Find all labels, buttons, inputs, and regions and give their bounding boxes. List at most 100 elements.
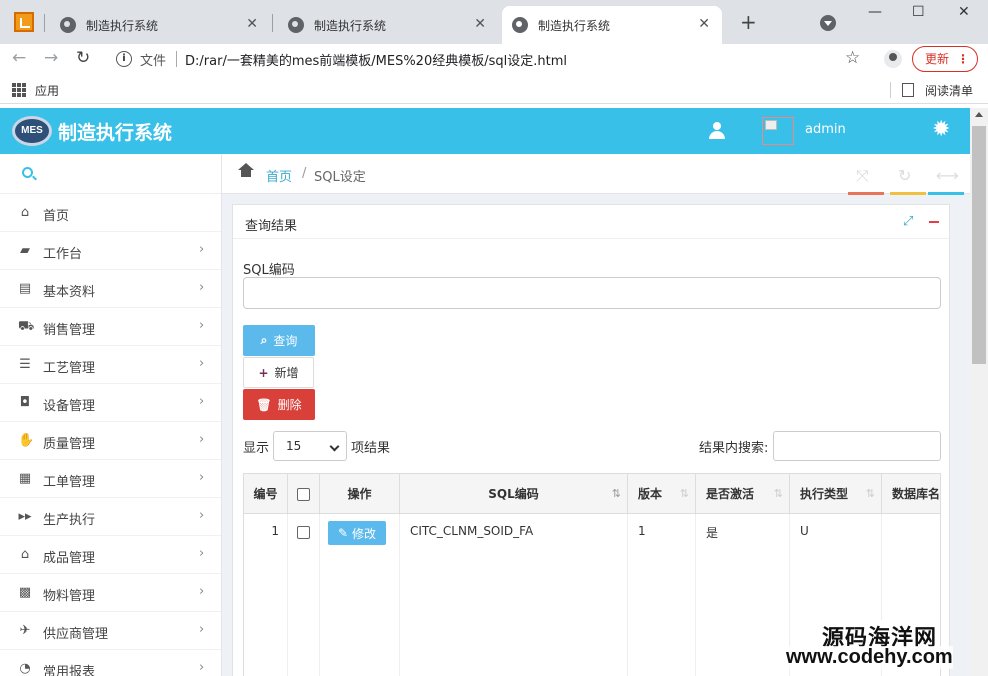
chevron-right-icon: › xyxy=(199,584,205,599)
column-header-version[interactable]: 版本 ⇅ xyxy=(628,474,696,514)
sort-icon[interactable]: ⇅ xyxy=(774,474,783,514)
minimize-button[interactable]: — xyxy=(868,4,882,20)
minimize-panel-icon[interactable] xyxy=(929,221,939,223)
info-icon[interactable]: i xyxy=(116,51,132,67)
sidebar: ⌂ 首页 ▰ 工作台 › ▤ 基本资料 › ⛟ 销售管理 › ☰ 工艺管理 › ◘ 设备管理 › ✋ 质量管理 › ▦ 工… xyxy=(0,154,222,676)
home-icon[interactable] xyxy=(238,163,254,179)
search-icon[interactable] xyxy=(22,167,33,178)
refresh-icon[interactable]: ↻ xyxy=(898,166,911,185)
tab-close-icon[interactable]: ✕ xyxy=(698,16,710,32)
query-button[interactable]: ⌕ 查询 xyxy=(243,325,315,356)
sidebar-item[interactable]: ◘ 设备管理 › xyxy=(0,384,221,422)
chevron-right-icon: › xyxy=(199,470,205,485)
tab-close-icon[interactable]: ✕ xyxy=(474,16,486,32)
sidebar-item[interactable]: ▸▸ 生产执行 › xyxy=(0,498,221,536)
tab-close-icon[interactable]: ✕ xyxy=(246,16,258,32)
app-launcher-icon[interactable] xyxy=(14,12,34,32)
sidebar-item-label: 销售管理 xyxy=(43,323,96,338)
address-bar-row: ← → ↻ i 文件 D:/rar/一套精美的mes前端模板/MES%20经典模… xyxy=(0,44,988,74)
scroll-thumb[interactable] xyxy=(972,126,986,364)
cell-text: CITC_CLNM_SOID_FA xyxy=(410,524,534,538)
add-button[interactable]: + 新增 xyxy=(243,357,314,388)
expand-icon[interactable]: ⤢ xyxy=(903,214,913,229)
url-text[interactable]: D:/rar/一套精美的mes前端模板/MES%20经典模板/sql设定.htm… xyxy=(185,50,567,69)
sidebar-item[interactable]: ◔ 常用报表 › xyxy=(0,650,221,676)
sort-icon[interactable]: ⇅ xyxy=(612,474,621,514)
browser-tab-2[interactable]: 制造执行系统 ✕ xyxy=(278,6,498,44)
plane-icon: ✈ xyxy=(19,623,31,638)
bookmarks-bar: 应用 阅读清单 xyxy=(0,78,988,104)
scroll-up-arrow-icon[interactable] xyxy=(975,112,983,117)
sidebar-item[interactable]: ▦ 工单管理 › xyxy=(0,460,221,498)
select-all-checkbox[interactable] xyxy=(297,488,310,501)
grid-icon: ▩ xyxy=(18,585,32,600)
sidebar-item[interactable]: ▰ 工作台 › xyxy=(0,232,221,270)
sidebar-item[interactable]: ⛟ 销售管理 › xyxy=(0,308,221,346)
maximize-button[interactable]: ☐ xyxy=(912,4,925,20)
sql-code-input[interactable] xyxy=(243,277,941,309)
chevron-right-icon: › xyxy=(199,394,205,409)
sidebar-item-label: 设备管理 xyxy=(43,399,96,414)
new-tab-button[interactable]: + xyxy=(740,10,757,34)
plus-icon: + xyxy=(258,365,269,380)
chevron-down-icon xyxy=(329,441,340,452)
edit-button[interactable]: ✎ 修改 xyxy=(328,521,386,545)
bookmark-star-icon[interactable]: ☆ xyxy=(845,48,860,68)
update-button[interactable]: 更新 ⋮ xyxy=(912,46,978,72)
page-length-select[interactable]: 15 xyxy=(273,431,347,461)
breadcrumb-home-link[interactable]: 首页 xyxy=(266,166,292,185)
sort-icon[interactable]: ⇅ xyxy=(866,474,875,514)
chevron-right-icon: › xyxy=(199,546,205,561)
column-header-id[interactable]: 编号 xyxy=(244,474,288,514)
query-label: 查询 xyxy=(273,334,298,348)
delete-button[interactable]: 🗑 删除 xyxy=(243,389,315,420)
apps-bookmark[interactable]: 应用 xyxy=(35,82,59,99)
browser-tab-1[interactable]: 制造执行系统 ✕ xyxy=(50,6,270,44)
sidebar-item[interactable]: ✋ 质量管理 › xyxy=(0,422,221,460)
browser-tab-3-active[interactable]: 制造执行系统 ✕ xyxy=(502,6,722,44)
sidebar-item[interactable]: ☰ 工艺管理 › xyxy=(0,346,221,384)
sidebar-item[interactable]: ▩ 物料管理 › xyxy=(0,574,221,612)
sidebar-item[interactable]: ⌂ 成品管理 › xyxy=(0,536,221,574)
sidebar-item[interactable]: ⌂ 首页 xyxy=(0,194,221,232)
sidebar-item[interactable]: ✈ 供应商管理 › xyxy=(0,612,221,650)
sidebar-item[interactable]: ▤ 基本资料 › xyxy=(0,270,221,308)
filter-input[interactable] xyxy=(773,431,941,461)
sidebar-search[interactable] xyxy=(0,154,221,194)
delete-label: 删除 xyxy=(277,398,302,412)
table-icon: ▦ xyxy=(18,471,32,486)
user-name[interactable]: admin xyxy=(805,122,846,137)
home-icon: ⌂ xyxy=(20,547,30,562)
collapse-icon[interactable]: ⟷ xyxy=(936,166,959,185)
gear-icon[interactable]: ✹ xyxy=(932,119,950,141)
fullscreen-icon[interactable]: ⤧ xyxy=(856,166,869,186)
column-header-db-name[interactable]: 数据库名 xyxy=(882,474,940,514)
forward-button[interactable]: → xyxy=(44,48,58,68)
account-icon[interactable] xyxy=(884,50,902,68)
sort-icon[interactable]: ⇅ xyxy=(680,474,689,514)
avatar[interactable] xyxy=(762,117,794,145)
menu-dots-icon[interactable]: ⋮ xyxy=(957,47,969,71)
apps-grid-icon[interactable] xyxy=(12,83,26,97)
sidebar-item-label: 常用报表 xyxy=(43,665,96,676)
sidebar-item-label: 基本资料 xyxy=(43,285,96,300)
cart-icon: ⛟ xyxy=(18,319,35,334)
column-header-select xyxy=(288,474,320,514)
search-icon: ⌕ xyxy=(260,333,268,347)
window-close-button[interactable]: ✕ xyxy=(958,4,970,20)
sidebar-item-label: 生产执行 xyxy=(43,513,96,528)
tab-search-icon[interactable] xyxy=(820,15,836,31)
user-icon[interactable] xyxy=(708,122,726,140)
row-checkbox[interactable] xyxy=(297,526,310,539)
url-field[interactable]: i 文件 D:/rar/一套精美的mes前端模板/MES%20经典模板/sql设… xyxy=(106,46,870,72)
back-button[interactable]: ← xyxy=(12,48,26,68)
reload-button[interactable]: ↻ xyxy=(76,48,90,68)
reading-list-button[interactable]: 阅读清单 xyxy=(925,82,973,99)
column-header-sql-code[interactable]: SQL编码 ⇅ xyxy=(400,474,628,514)
column-header-active[interactable]: 是否激活 ⇅ xyxy=(696,474,790,514)
reading-list-icon[interactable] xyxy=(902,83,914,97)
chevron-right-icon: › xyxy=(199,660,205,675)
list-icon: ☰ xyxy=(19,357,31,372)
page-scrollbar[interactable] xyxy=(970,108,988,676)
column-header-exec-type[interactable]: 执行类型 ⇅ xyxy=(790,474,882,514)
